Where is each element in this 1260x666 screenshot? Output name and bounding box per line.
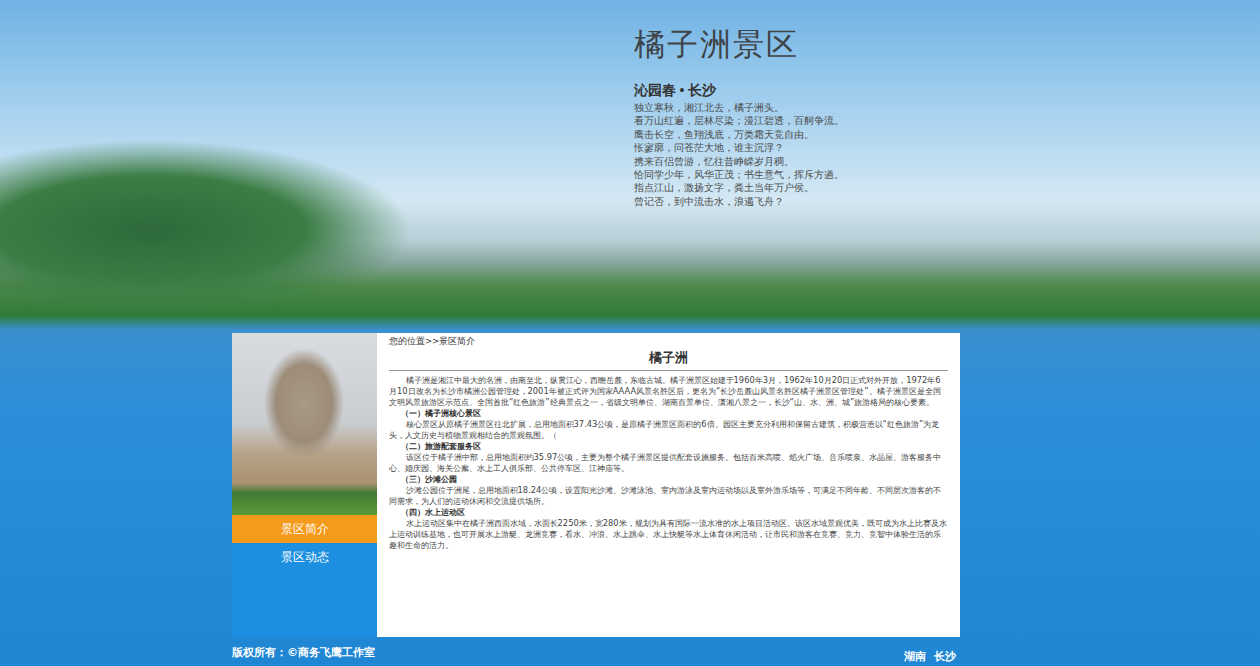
paragraph: 橘子洲是湘江中最大的名洲，由南至北，纵贯江心，西瞻岳麓，东临古城。橘子洲景区始建… bbox=[389, 375, 948, 408]
section-heading: （四）水上运动区 bbox=[389, 507, 948, 518]
section-heading: （一）橘子洲核心景区 bbox=[389, 408, 948, 419]
paragraph: 沙滩公园位于洲尾，总用地面积18.24公顷，设置阳光沙滩、沙滩泳池、室内游泳及室… bbox=[389, 485, 948, 507]
copyright: 版权所有：©商务飞鹰工作室 bbox=[232, 645, 375, 664]
statue-photo bbox=[232, 333, 377, 515]
content: 您的位置>>景区简介 橘子洲 橘子洲是湘江中最大的名洲，由南至北，纵贯江心，西瞻… bbox=[377, 333, 960, 637]
poem-title: 沁园春 • 长沙 bbox=[634, 82, 1260, 100]
section-heading: （二）旅游配套服务区 bbox=[389, 441, 948, 452]
footer: 版权所有：©商务飞鹰工作室 湖南 长沙 bbox=[232, 637, 956, 664]
section-heading: （三）沙滩公园 bbox=[389, 474, 948, 485]
breadcrumb: 您的位置>>景区简介 bbox=[389, 335, 948, 347]
hero: 橘子洲景区 沁园春 • 长沙 独立寒秋，湘江北去，橘子洲头。看万山红遍，层林尽染… bbox=[0, 0, 1260, 333]
sidebar-item[interactable]: 景区动态 bbox=[232, 543, 377, 571]
paragraph: 核心景区从原橘子洲景区往北扩展，总用地面积37.43公顷，是原橘子洲景区面积的6… bbox=[389, 419, 948, 441]
article: 橘子洲是湘江中最大的名洲，由南至北，纵贯江心，西瞻岳麓，东临古城。橘子洲景区始建… bbox=[389, 375, 948, 551]
sidebar: 景区简介景区动态 bbox=[232, 333, 377, 637]
article-title: 橘子洲 bbox=[389, 349, 948, 371]
poem-line: 指点江山，激扬文字，粪土当年万户侯。 bbox=[634, 182, 1260, 195]
site-title: 橘子洲景区 bbox=[634, 24, 1260, 66]
poem-line: 曾记否，到中流击水，浪遏飞舟？ bbox=[634, 196, 1260, 209]
poem-line: 看万山红遍，层林尽染；漫江碧透，百舸争流。 bbox=[634, 115, 1260, 128]
location: 湖南 长沙 bbox=[904, 645, 956, 664]
page: 橘子洲景区 沁园春 • 长沙 独立寒秋，湘江北去，橘子洲头。看万山红遍，层林尽染… bbox=[0, 0, 1260, 666]
paragraph: 该区位于橘子洲中部，总用地面积约35.97公顷，主要为整个橘子洲景区提供配套设施… bbox=[389, 452, 948, 474]
poem-line: 独立寒秋，湘江北去，橘子洲头。 bbox=[634, 102, 1260, 115]
sidebar-menu: 景区简介景区动态 bbox=[232, 515, 377, 571]
paragraph: 水上运动区集中在橘子洲西面水域，水面长2250米，宽280米，规划为具有国际一流… bbox=[389, 518, 948, 551]
poem-line: 怅寥廓，问苍茫大地，谁主沉浮？ bbox=[634, 142, 1260, 155]
sidebar-item[interactable]: 景区简介 bbox=[232, 515, 377, 543]
hero-text: 橘子洲景区 沁园春 • 长沙 独立寒秋，湘江北去，橘子洲头。看万山红遍，层林尽染… bbox=[634, 24, 1260, 209]
poem-line: 鹰击长空，鱼翔浅底，万类霜天竞自由。 bbox=[634, 129, 1260, 142]
poem-line: 携来百侣曾游，忆往昔峥嵘岁月稠。 bbox=[634, 156, 1260, 169]
poem-line: 恰同学少年，风华正茂；书生意气，挥斥方遒。 bbox=[634, 169, 1260, 182]
poem: 独立寒秋，湘江北去，橘子洲头。看万山红遍，层林尽染；漫江碧透，百舸争流。鹰击长空… bbox=[634, 102, 1260, 209]
main-panel: 景区简介景区动态 您的位置>>景区简介 橘子洲 橘子洲是湘江中最大的名洲，由南至… bbox=[232, 333, 960, 637]
